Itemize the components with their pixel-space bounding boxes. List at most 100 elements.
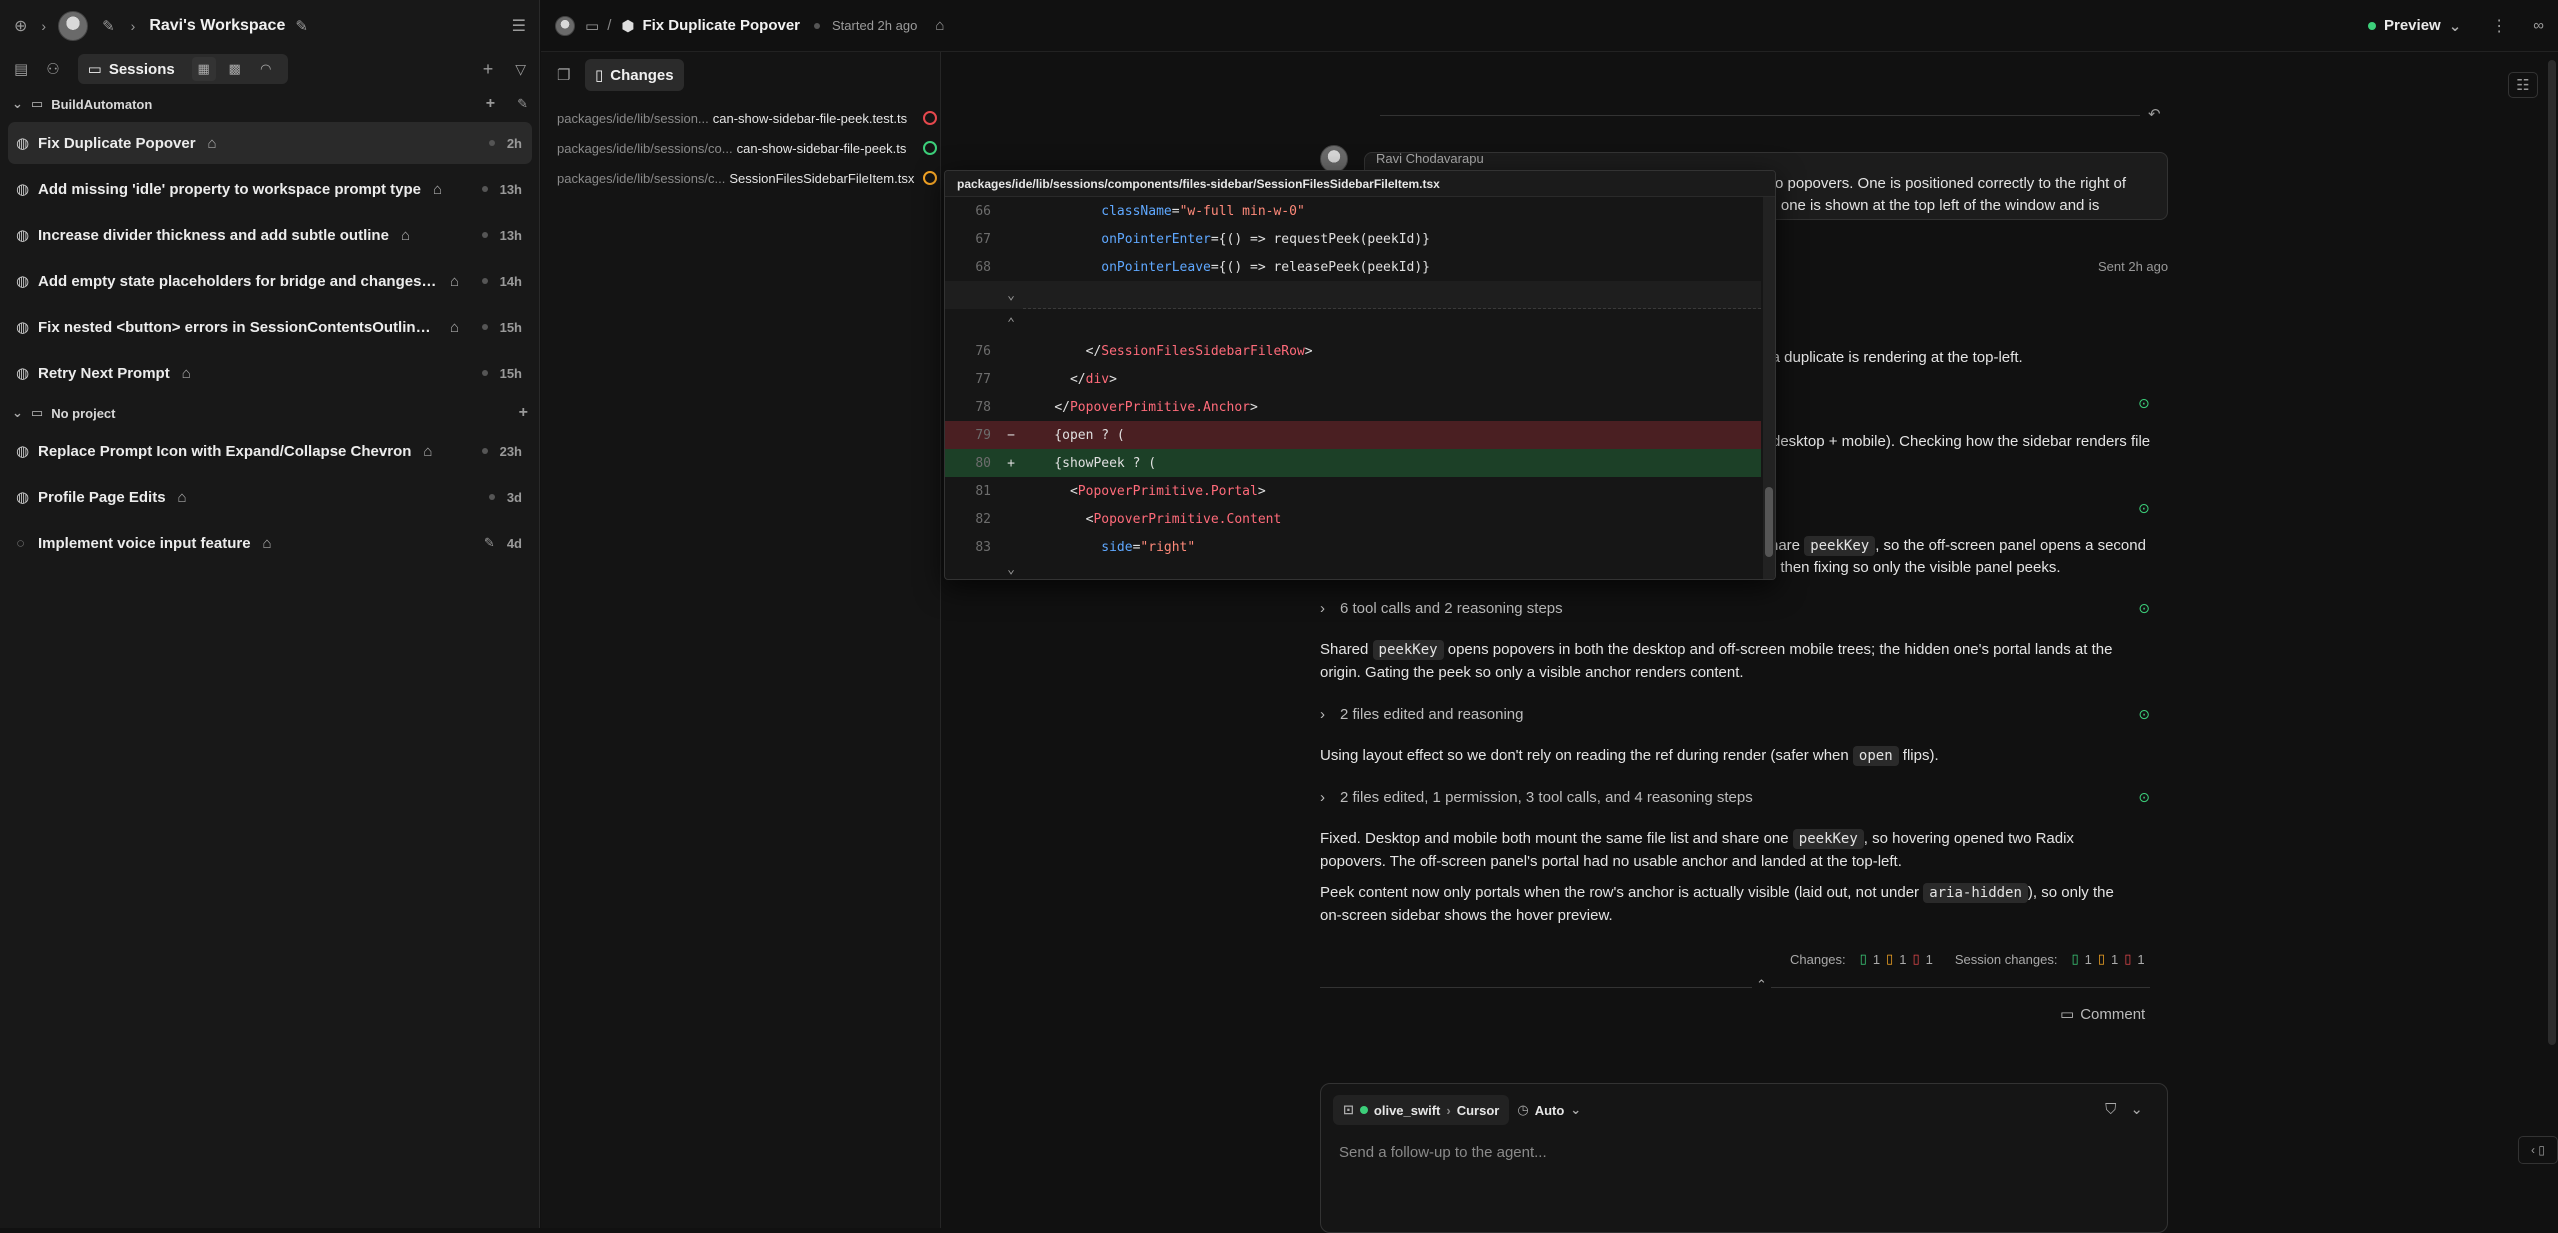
- tag-icon[interactable]: ⌂: [401, 227, 410, 244]
- session-time: 13h: [499, 227, 522, 243]
- outline-toggle-icon[interactable]: ☷: [2508, 72, 2538, 98]
- session-status-icon: ◍: [16, 319, 30, 336]
- mode-selector[interactable]: ◷ Auto ⌄: [1517, 1102, 1581, 1118]
- session-time: 4d: [506, 535, 522, 551]
- add-icon[interactable]: +: [519, 404, 528, 422]
- session-status-icon: ◍: [16, 365, 30, 382]
- divider: [1380, 115, 2140, 116]
- popover-file-path: packages/ide/lib/sessions/components/fil…: [945, 171, 1775, 197]
- inline-code: aria-hidden: [1923, 883, 2028, 903]
- chevron-down-icon[interactable]: ⌄: [2130, 1100, 2143, 1118]
- tab-sessions[interactable]: ▭ Sessions ▦ ▩ ◠: [77, 54, 288, 84]
- tag-icon[interactable]: ⌂: [263, 535, 272, 552]
- tag-icon[interactable]: ⌂: [433, 181, 442, 198]
- changed-file-row[interactable]: packages/ide/lib/sessions/co... can-show…: [557, 137, 937, 159]
- collapse-panel-icon[interactable]: ‹ ▯: [2518, 1136, 2558, 1164]
- session-item[interactable]: ◍ Fix Duplicate Popover ⌂ 2h: [8, 122, 532, 164]
- changed-file-row[interactable]: packages/ide/lib/sessions/c... SessionFi…: [557, 167, 937, 189]
- session-item[interactable]: ◍ Add empty state placeholders for bridg…: [8, 260, 532, 302]
- chevron-down-icon: ⌄: [2448, 17, 2462, 35]
- list-view-icon[interactable]: ▦: [191, 57, 216, 81]
- users-icon[interactable]: ⚇: [46, 60, 59, 78]
- code-line: 77 </div>: [945, 365, 1761, 393]
- tag-icon[interactable]: ⌂: [178, 489, 187, 506]
- folder-icon[interactable]: ▭: [585, 17, 599, 35]
- tag-icon[interactable]: ⌂: [935, 17, 944, 34]
- session-item[interactable]: ◍ Profile Page Edits ⌂ 3d: [8, 476, 532, 518]
- feed-view-icon[interactable]: ◠: [254, 57, 278, 81]
- session-item[interactable]: ◍ Add missing 'idle' property to workspa…: [8, 168, 532, 210]
- comment-button[interactable]: ▭ Comment: [2060, 1005, 2145, 1024]
- preview-status-dot: [2368, 21, 2376, 30]
- link-icon[interactable]: ∞: [2533, 17, 2544, 34]
- inline-code: peekKey: [1804, 536, 1876, 556]
- tag-icon[interactable]: ⌂: [208, 135, 217, 152]
- follow-up-input[interactable]: Send a follow-up to the agent...: [1339, 1144, 1547, 1161]
- text-fragment: ), so only the: [2027, 884, 2114, 901]
- workspace-title[interactable]: Ravi's Workspace: [149, 17, 285, 35]
- tab-changes[interactable]: ▯ Changes: [585, 59, 684, 91]
- line-number: 83: [975, 539, 991, 555]
- pencil-icon[interactable]: ✎: [517, 96, 528, 112]
- changed-file-row[interactable]: packages/ide/lib/session... can-show-sid…: [557, 107, 937, 129]
- code-line: 68 onPointerLeave={() => releasePeek(pee…: [945, 253, 1761, 281]
- pencil-icon[interactable]: ✎: [102, 17, 115, 35]
- tag-icon[interactable]: ⌂: [450, 273, 459, 290]
- tag-icon[interactable]: ⌂: [450, 319, 459, 336]
- add-icon[interactable]: +: [486, 95, 495, 113]
- session-status-icon: ◍: [16, 273, 30, 290]
- copy-icon[interactable]: ❐: [557, 66, 570, 84]
- globe-icon[interactable]: ⊕: [14, 16, 27, 36]
- expand-lines-button[interactable]: ⌃: [945, 309, 1761, 337]
- folder-icon: ▭: [30, 405, 44, 420]
- chevron-up-icon[interactable]: ⌃: [1752, 977, 1771, 993]
- filter-icon[interactable]: ▽: [515, 61, 526, 78]
- add-icon[interactable]: +: [483, 59, 494, 80]
- session-time: 23h: [499, 443, 522, 459]
- agent-name: Cursor: [1456, 1102, 1500, 1118]
- composer: ⊡ olive_swift › Cursor ◷ Auto ⌄ ⛉ ⌄ Send…: [1320, 1083, 2168, 1233]
- line-number: 78: [975, 399, 991, 415]
- agent-text: Using layout effect so we don't rely on …: [1320, 746, 1939, 766]
- preview-button[interactable]: Preview ⌄: [2368, 17, 2461, 35]
- preview-label: Preview: [2384, 17, 2441, 34]
- tool-steps-toggle[interactable]: › 2 files edited, 1 permission, 3 tool c…: [1320, 789, 2150, 806]
- agent-text: popovers. The off-screen panel's portal …: [1320, 853, 1902, 870]
- main-scrollbar[interactable]: [2548, 60, 2556, 1045]
- tool-steps-toggle[interactable]: › 2 files edited and reasoning ⊙: [1320, 706, 2150, 723]
- grid-view-icon[interactable]: ▩: [223, 57, 247, 81]
- popover-scrollbar[interactable]: [1763, 197, 1775, 579]
- settings-sliders-icon[interactable]: ☰: [512, 16, 526, 36]
- modified-count: 1: [1899, 951, 1907, 967]
- scroll-thumb[interactable]: [1765, 487, 1773, 557]
- session-item[interactable]: ◍ Fix nested <button> errors in SessionC…: [8, 306, 532, 348]
- expand-lines-button[interactable]: ⌄: [945, 559, 1761, 579]
- session-item[interactable]: ◍ Increase divider thickness and add sub…: [8, 214, 532, 256]
- shield-icon[interactable]: ⛉: [2105, 1101, 2116, 1118]
- session-changes-label: Session changes:: [1954, 951, 2058, 967]
- session-item[interactable]: ◍ Replace Prompt Icon with Expand/Collap…: [8, 430, 532, 472]
- expand-lines-button[interactable]: ⌄: [945, 281, 1761, 309]
- code-line: 76 </SessionFilesSidebarFileRow>: [945, 337, 1761, 365]
- diff-marker: +: [1007, 455, 1015, 471]
- avatar[interactable]: [555, 15, 575, 36]
- session-item[interactable]: ◍ Retry Next Prompt ⌂ 15h: [8, 352, 532, 394]
- pencil-icon[interactable]: ✎: [295, 17, 308, 35]
- session-item[interactable]: ○ Implement voice input feature ⌂ ✎ 4d: [8, 522, 532, 564]
- line-number: 66: [975, 203, 991, 219]
- more-icon[interactable]: ⋮: [2491, 16, 2507, 36]
- undo-icon[interactable]: ↶: [2148, 105, 2161, 123]
- tag-icon[interactable]: ⌂: [182, 365, 191, 382]
- modified-count: 1: [2111, 951, 2119, 967]
- code-text: <PopoverPrimitive.Content: [1085, 511, 1282, 527]
- user-agent-selector[interactable]: ⊡ olive_swift › Cursor: [1333, 1095, 1510, 1125]
- tag-icon[interactable]: ⌂: [423, 443, 432, 460]
- avatar[interactable]: [58, 11, 89, 41]
- check-icon: ⊙: [2138, 706, 2150, 722]
- layers-icon[interactable]: ▤: [14, 60, 28, 78]
- project-group-header[interactable]: ⌄ ▭ BuildAutomaton + ✎: [0, 89, 540, 119]
- session-status-icon: ◍: [16, 489, 30, 506]
- project-group-header[interactable]: ⌄ ▭ No project +: [0, 398, 540, 428]
- tool-steps-toggle[interactable]: › 6 tool calls and 2 reasoning steps ⊙: [1320, 600, 2150, 617]
- code-text: </div>: [1069, 371, 1117, 387]
